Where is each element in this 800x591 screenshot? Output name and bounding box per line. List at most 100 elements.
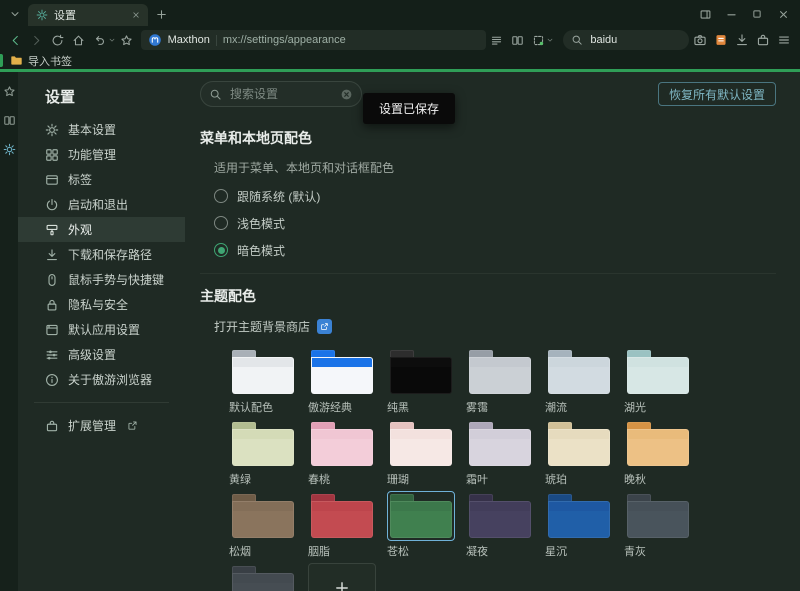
screenshot-button[interactable]	[690, 30, 710, 50]
theme-card-8[interactable]: 珊瑚	[387, 419, 459, 487]
forward-button[interactable]	[27, 30, 47, 50]
favorite-button[interactable]	[117, 30, 137, 50]
theme-card-3[interactable]: 雾霭	[466, 347, 538, 415]
theme-store-link[interactable]: 打开主题背景商店	[214, 318, 800, 335]
new-tab-button[interactable]	[150, 3, 172, 25]
theme-preview	[387, 491, 455, 541]
sidebar-item-9[interactable]: 高级设置	[18, 342, 185, 367]
sidebar-item-1[interactable]: 功能管理	[18, 142, 185, 167]
maximize-button[interactable]	[744, 3, 770, 25]
extensions-button[interactable]	[753, 30, 773, 50]
theme-card-7[interactable]: 春桃	[308, 419, 380, 487]
sidebar-item-10[interactable]: 关于傲游浏览器	[18, 367, 185, 392]
lock-icon	[45, 298, 59, 312]
sidebar-item-7[interactable]: 隐私与安全	[18, 292, 185, 317]
web-search-box[interactable]	[563, 30, 689, 50]
theme-card-13[interactable]: 胭脂	[308, 491, 380, 559]
theme-card-12[interactable]: 松烟	[229, 491, 301, 559]
sidebar-item-8[interactable]: 默认应用设置	[18, 317, 185, 342]
downloads-button[interactable]	[732, 30, 752, 50]
clear-search-icon[interactable]	[340, 88, 353, 101]
split-screen-button[interactable]	[507, 30, 527, 50]
store-badge-icon[interactable]	[317, 319, 332, 334]
radio-unselected[interactable]	[214, 189, 228, 203]
theme-card-15[interactable]: 凝夜	[466, 491, 538, 559]
main-menu-button[interactable]	[774, 30, 794, 50]
color-mode-option-1[interactable]: 浅色模式	[214, 216, 800, 230]
reader-mode-button[interactable]	[487, 30, 507, 50]
sidebar-item-extensions[interactable]: 扩展管理	[18, 413, 185, 438]
color-mode-option-2[interactable]: 暗色模式	[214, 243, 800, 257]
sidebar-item-6[interactable]: 鼠标手势与快捷键	[18, 267, 185, 292]
back-button[interactable]	[6, 30, 26, 50]
restore-defaults-button[interactable]: 恢复所有默认设置	[658, 82, 776, 106]
radio-unselected[interactable]	[214, 216, 228, 230]
side-panel-button[interactable]	[692, 3, 718, 25]
chevron-down-icon[interactable]	[546, 36, 554, 44]
theme-card-10[interactable]: 琥珀	[545, 419, 617, 487]
add-theme-button[interactable]	[308, 563, 380, 591]
tab-settings[interactable]: 设置	[28, 4, 148, 26]
settings-search-input[interactable]	[228, 86, 334, 102]
import-bookmarks-label: 导入书签	[28, 53, 72, 69]
sidebar-item-5[interactable]: 下载和保存路径	[18, 242, 185, 267]
home-button[interactable]	[69, 30, 89, 50]
minimize-button[interactable]	[718, 3, 744, 25]
theme-name: 纯黑	[387, 399, 459, 415]
theme-card-0[interactable]: 默认配色	[229, 347, 301, 415]
address-bar[interactable]: Maxthon mx://settings/appearance	[141, 30, 486, 50]
settings-search-box[interactable]	[200, 81, 362, 107]
external-link-icon	[320, 322, 329, 331]
radio-selected[interactable]	[214, 243, 228, 257]
color-mode-option-0[interactable]: 跟随系统 (默认)	[214, 189, 800, 203]
web-search-input[interactable]	[588, 33, 681, 47]
theme-card-9[interactable]: 霜叶	[466, 419, 538, 487]
panel-icon	[699, 8, 712, 21]
theme-preview	[387, 347, 455, 397]
sidebar-item-4[interactable]: 外观	[18, 217, 185, 242]
import-bookmarks-button[interactable]: 导入书签	[10, 53, 72, 69]
theme-preview	[308, 347, 376, 397]
brand-label: Maxthon	[168, 34, 210, 46]
content-header: 恢复所有默认设置	[200, 72, 800, 116]
sidebar-item-2[interactable]: 标签	[18, 167, 185, 192]
theme-preview	[545, 491, 613, 541]
theme-card-14[interactable]: 苍松	[387, 491, 459, 559]
rail-settings-button[interactable]	[2, 142, 16, 156]
sidebar-item-3[interactable]: 启动和退出	[18, 192, 185, 217]
notes-button[interactable]	[711, 30, 731, 50]
maxthon-logo-icon	[148, 33, 162, 47]
settings-content: 恢复所有默认设置 设置已保存 菜单和本地页配色 适用于菜单、本地页和对话框配色 …	[185, 72, 800, 591]
snapshot-icon	[532, 34, 545, 47]
settings-sidebar: 设置 基本设置功能管理标签启动和退出外观下载和保存路径鼠标手势与快捷键隐私与安全…	[18, 72, 185, 591]
tab-bar: 设置	[0, 0, 800, 28]
theme-name: 青灰	[624, 543, 696, 559]
theme-card-6[interactable]: 黄绿	[229, 419, 301, 487]
sidebar-item-label: 高级设置	[68, 346, 116, 363]
theme-card-17[interactable]: 青灰	[624, 491, 696, 559]
theme-card-2[interactable]: 纯黑	[387, 347, 459, 415]
sidebar-divider	[34, 402, 169, 403]
tab-close-button[interactable]	[129, 8, 143, 22]
snapshot-button[interactable]	[528, 30, 548, 50]
sidebar-item-0[interactable]: 基本设置	[18, 117, 185, 142]
split-screen-icon	[511, 34, 524, 47]
sidebar-menu: 基本设置功能管理标签启动和退出外观下载和保存路径鼠标手势与快捷键隐私与安全默认应…	[18, 117, 185, 392]
settings-gear-icon	[36, 9, 48, 21]
star-icon	[3, 85, 16, 98]
theme-card-1[interactable]: 傲游经典	[308, 347, 380, 415]
sidebar-item-label: 功能管理	[68, 146, 116, 163]
close-window-button[interactable]	[770, 3, 796, 25]
chevron-down-icon[interactable]	[108, 36, 116, 44]
tab-list-dropdown-button[interactable]	[4, 3, 26, 25]
undo-closed-tab-button[interactable]	[90, 30, 110, 50]
refresh-button[interactable]	[48, 30, 68, 50]
rail-favorites-button[interactable]	[2, 84, 16, 98]
theme-card-18[interactable]: 暗夜	[229, 563, 301, 591]
theme-card-11[interactable]: 晚秋	[624, 419, 696, 487]
rail-panel-button[interactable]	[2, 113, 16, 127]
sidebar-item-label: 默认应用设置	[68, 321, 140, 338]
theme-card-16[interactable]: 星沉	[545, 491, 617, 559]
theme-card-5[interactable]: 湖光	[624, 347, 696, 415]
theme-card-4[interactable]: 潮流	[545, 347, 617, 415]
